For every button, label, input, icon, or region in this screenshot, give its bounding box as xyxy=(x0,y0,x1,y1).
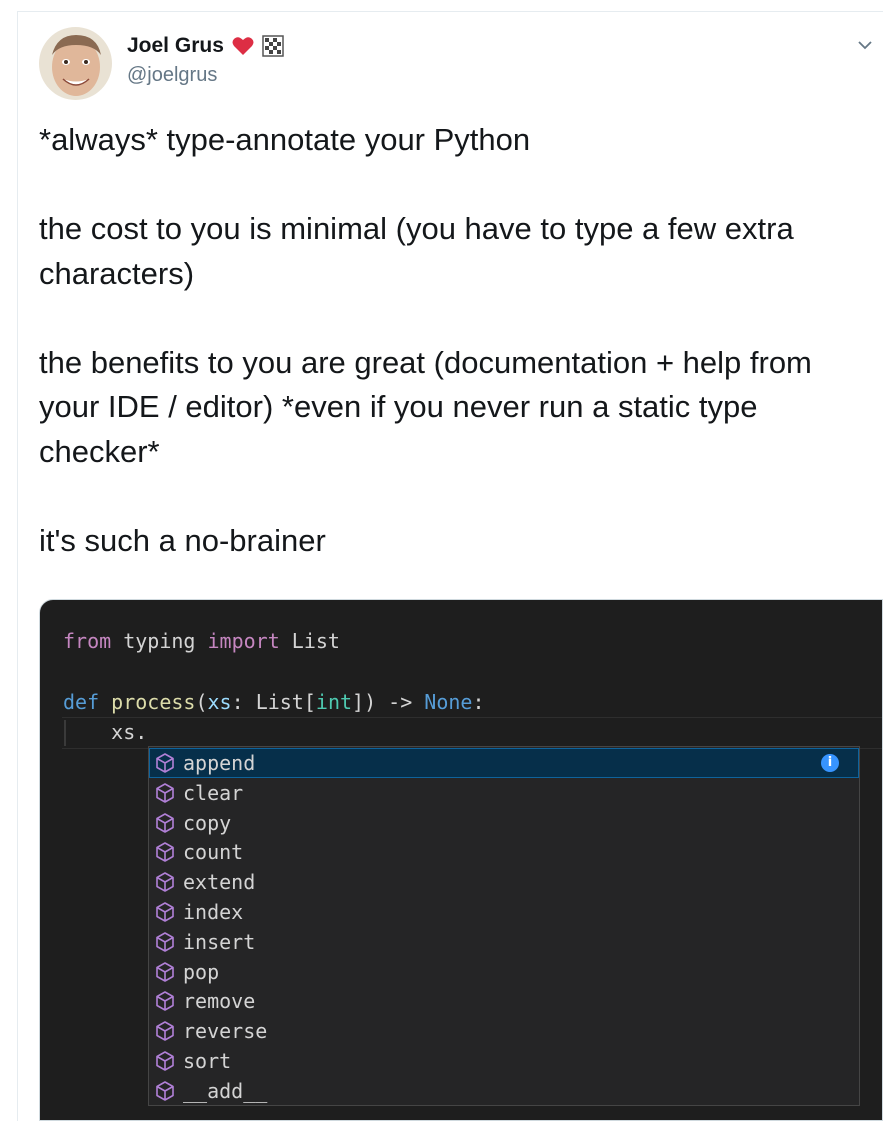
author-handle[interactable]: @joelgrus xyxy=(127,64,217,87)
tweet-paragraph: the benefits to you are great (documenta… xyxy=(39,344,812,469)
suggestion-item[interactable]: pop xyxy=(149,957,859,987)
author-name[interactable]: Joel Grus xyxy=(127,32,224,60)
display-name[interactable]: Joel Grus xyxy=(127,32,284,60)
suggestion-label: __add__ xyxy=(183,1078,268,1103)
suggestion-label: sort xyxy=(183,1049,232,1073)
checkered-flag-badge-icon xyxy=(262,35,284,57)
tweet-text: *always* type-annotate your Python the c… xyxy=(39,118,869,563)
suggestion-item[interactable]: append i xyxy=(149,748,859,778)
type-name: List xyxy=(255,690,304,714)
code-token: -> xyxy=(376,690,425,714)
suggestion-item[interactable]: copy xyxy=(149,808,859,838)
suggestion-item[interactable]: extend xyxy=(149,867,859,897)
suggestion-item[interactable]: sort xyxy=(149,1046,859,1076)
suggestion-item[interactable]: remove xyxy=(149,986,859,1016)
tweet-paragraph: it's such a no-brainer xyxy=(39,522,326,558)
method-icon xyxy=(154,812,176,834)
tweet-paragraph: the cost to you is minimal (you have to … xyxy=(39,211,794,291)
suggestion-label: pop xyxy=(183,959,220,984)
code-line-4[interactable]: xs. xyxy=(63,719,147,745)
avatar-image xyxy=(39,27,112,100)
keyword: def xyxy=(63,690,100,714)
type-name: int xyxy=(315,690,353,714)
suggestion-label: clear xyxy=(183,780,244,805)
code-token: ( xyxy=(195,690,208,714)
code-token: typing xyxy=(111,629,208,653)
suggestion-label: reverse xyxy=(183,1019,268,1044)
code-screenshot[interactable]: from typing import List def process(xs: … xyxy=(39,599,883,1121)
keyword: import xyxy=(207,629,280,653)
avatar[interactable] xyxy=(39,27,112,100)
suggestion-label: extend xyxy=(183,870,256,895)
autocomplete-widget[interactable]: append i clear copy count extend index insert po… xyxy=(148,746,860,1106)
method-icon xyxy=(154,961,176,983)
keyword: from xyxy=(63,629,112,653)
suggestion-item[interactable]: insert xyxy=(149,927,859,957)
code-line-1: from typing import List xyxy=(63,628,340,654)
method-icon xyxy=(154,871,176,893)
parameter: xs xyxy=(207,690,232,714)
tweet-paragraph: *always* type-annotate your Python xyxy=(39,122,531,157)
method-icon xyxy=(154,841,176,863)
method-icon xyxy=(154,1050,176,1072)
suggestion-label: insert xyxy=(183,929,256,954)
info-icon[interactable]: i xyxy=(821,754,839,772)
suggestion-label: append xyxy=(183,751,256,775)
method-icon xyxy=(154,1080,176,1102)
method-icon xyxy=(154,990,176,1012)
method-icon xyxy=(154,1020,176,1042)
suggestion-label: count xyxy=(183,840,244,865)
suggestion-label: copy xyxy=(183,810,232,835)
method-icon xyxy=(154,901,176,923)
method-icon xyxy=(154,931,176,953)
code-token: : xyxy=(231,690,256,714)
suggestion-label: index xyxy=(183,900,244,924)
code-line-3: def process(xs: List[int]) -> None: xyxy=(63,689,485,715)
suggestion-item[interactable]: reverse xyxy=(149,1016,859,1046)
code-token: List xyxy=(279,629,340,653)
method-icon xyxy=(154,782,176,804)
suggestion-item[interactable]: __add__ xyxy=(149,1076,859,1106)
suggestion-item[interactable]: count xyxy=(149,837,859,867)
chevron-down-icon[interactable] xyxy=(855,35,875,55)
current-line-highlight xyxy=(62,717,882,749)
code-token: : xyxy=(472,690,485,714)
suggestion-label: remove xyxy=(183,989,256,1014)
method-icon xyxy=(154,752,176,774)
code-token: [ xyxy=(303,690,316,714)
suggestion-item[interactable]: clear xyxy=(149,778,859,808)
heart-icon xyxy=(232,37,254,55)
code-token: ]) xyxy=(352,690,377,714)
keyword: None xyxy=(424,690,473,714)
function-name: process xyxy=(99,690,196,714)
suggestion-item[interactable]: index xyxy=(149,897,859,927)
